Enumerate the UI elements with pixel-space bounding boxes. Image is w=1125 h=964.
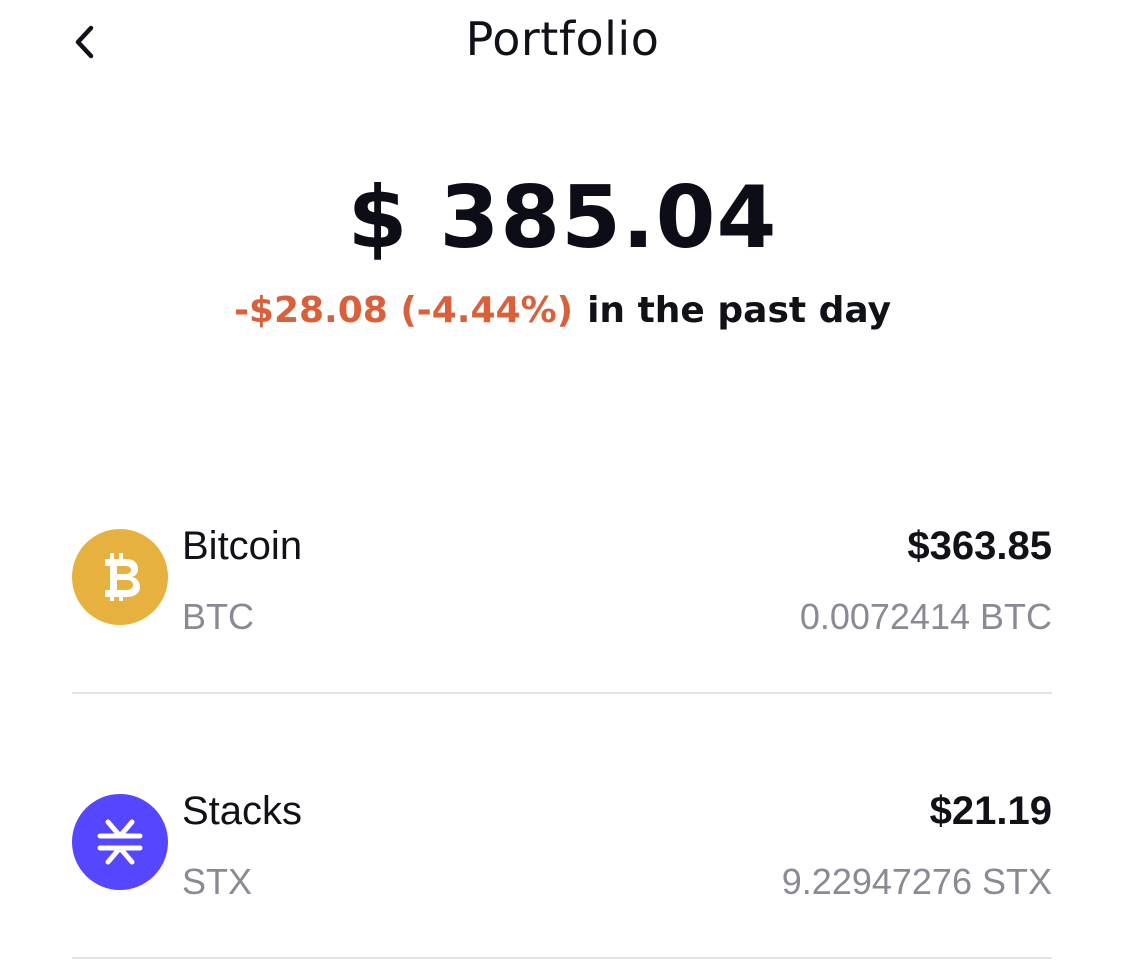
stacks-icon [72,794,168,890]
asset-amount: 0.0072414 BTC [799,596,1052,637]
change-period-label: in the past day [587,290,892,331]
asset-value: $363.85 [907,524,1052,568]
portfolio-balance: $ 385.04 [347,168,778,268]
divider [72,957,1052,959]
divider [72,692,1052,694]
daily-change: -$28.08 (-4.44%) in the past day [0,290,1125,331]
asset-row-bitcoin[interactable]: Bitcoin BTC $363.85 0.0072414 BTC [72,510,1052,650]
asset-symbol: STX [182,861,253,902]
header: Portfolio [0,0,1125,90]
asset-row-stacks[interactable]: Stacks STX $21.19 9.22947276 STX [72,775,1052,915]
asset-name: Stacks [182,789,303,833]
asset-value: $21.19 [929,789,1052,833]
bitcoin-icon [72,529,168,625]
change-amount: -$28.08 (-4.44%) [233,290,574,331]
asset-amount: 9.22947276 STX [781,861,1052,902]
page-title: Portfolio [465,12,660,66]
asset-symbol: BTC [182,596,254,637]
asset-name: Bitcoin [182,524,303,568]
